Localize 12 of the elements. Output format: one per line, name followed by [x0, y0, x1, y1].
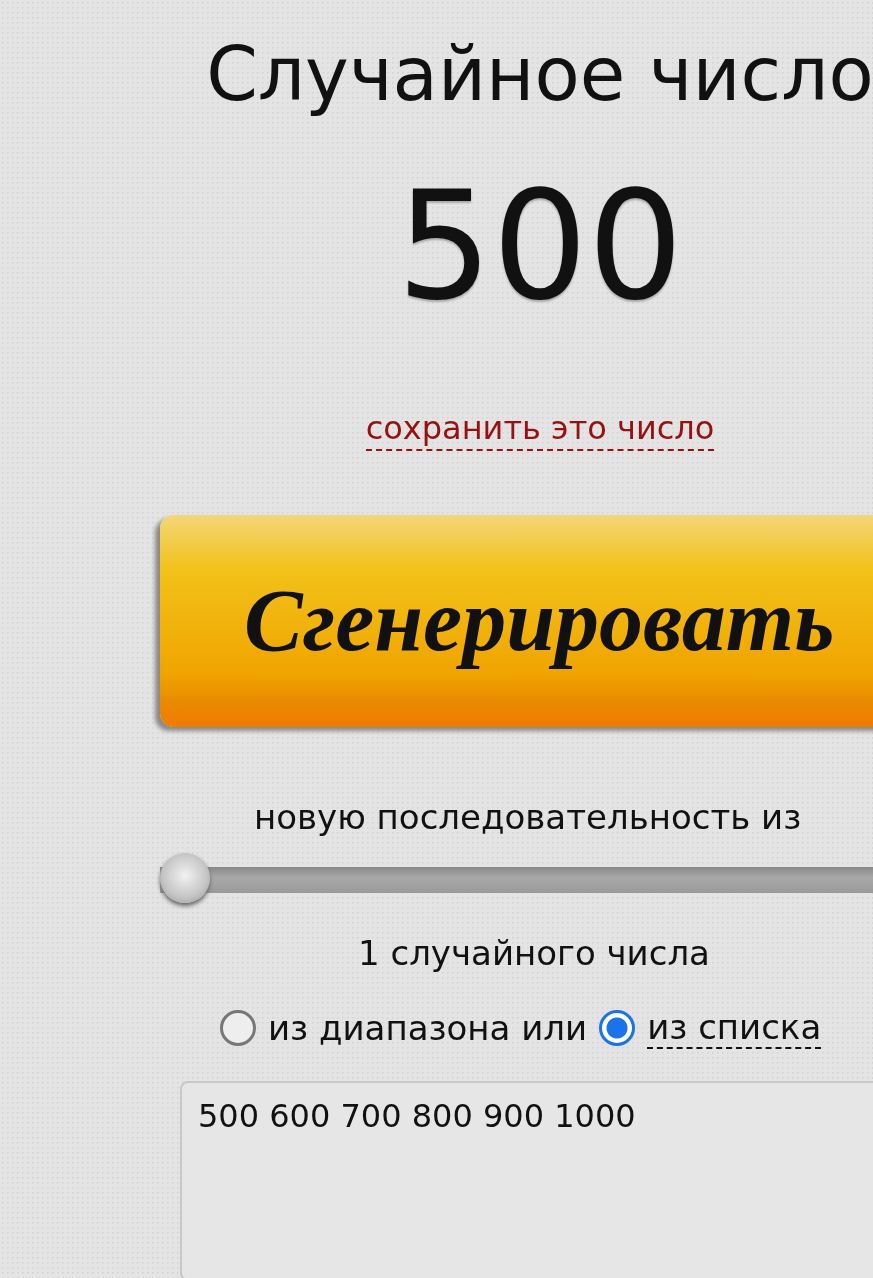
- radio-button[interactable]: [599, 1009, 636, 1046]
- number-list-field[interactable]: 500 600 700 800 900 1000: [180, 1080, 873, 1278]
- random-number: 500: [396, 170, 684, 321]
- page-title: Случайное число: [206, 30, 873, 119]
- slider-thumb[interactable]: [160, 852, 210, 903]
- option-label: из диапазона или: [268, 1007, 588, 1048]
- save-number-link[interactable]: сохранить это число: [365, 408, 715, 451]
- count-label: 1 случайного числа: [358, 932, 710, 973]
- option-link[interactable]: из списка: [647, 1006, 822, 1049]
- generate-button[interactable]: Сгенерировать: [160, 514, 873, 727]
- sequence-label: новую последовательность из: [254, 796, 802, 837]
- radio-button[interactable]: [220, 1009, 256, 1046]
